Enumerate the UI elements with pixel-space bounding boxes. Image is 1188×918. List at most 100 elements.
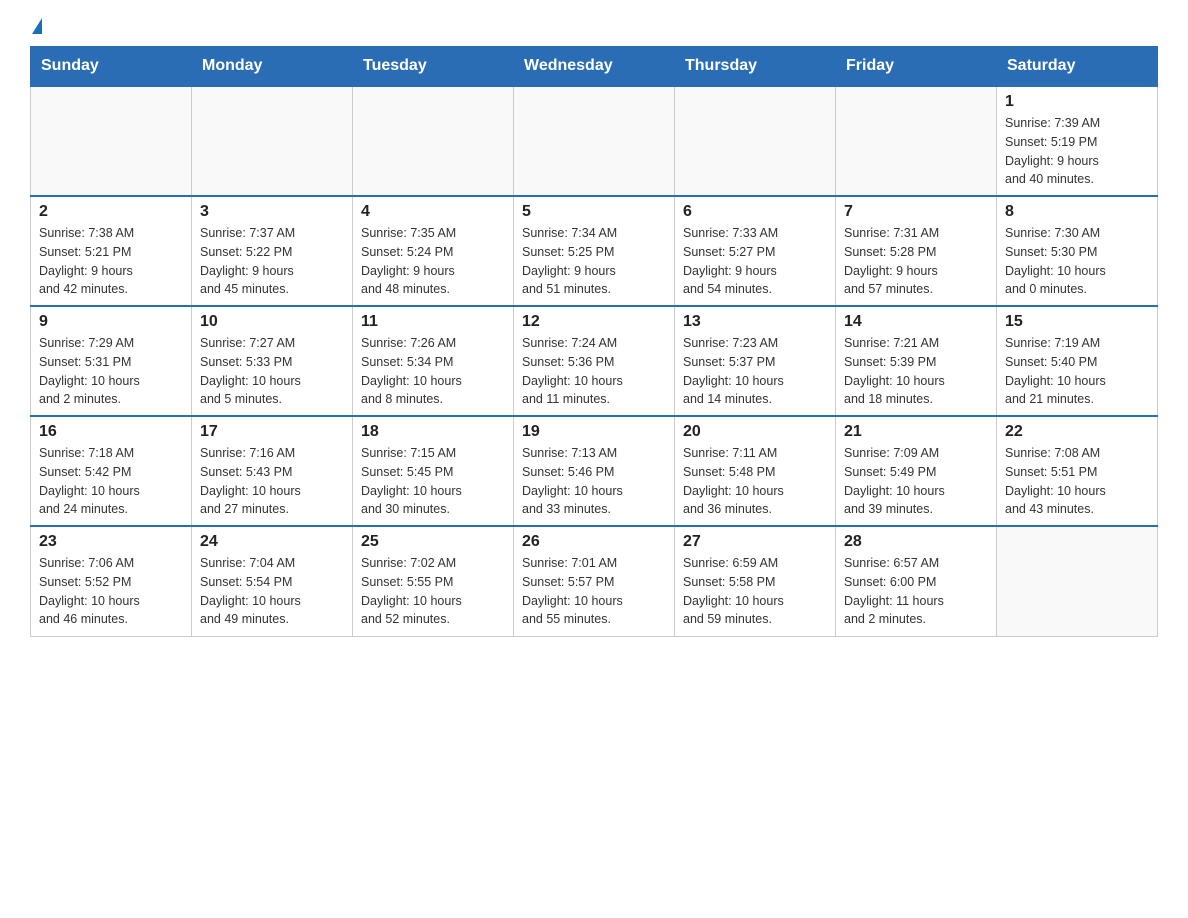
day-info: Sunrise: 7:30 AMSunset: 5:30 PMDaylight:… xyxy=(1005,224,1149,299)
day-info: Sunrise: 7:08 AMSunset: 5:51 PMDaylight:… xyxy=(1005,444,1149,519)
table-row: 25 Sunrise: 7:02 AMSunset: 5:55 PMDayligh… xyxy=(353,526,514,636)
day-info: Sunrise: 6:59 AMSunset: 5:58 PMDaylight:… xyxy=(683,554,827,629)
table-row: 7 Sunrise: 7:31 AMSunset: 5:28 PMDaylight… xyxy=(836,196,997,306)
table-row: 10Sunrise: 7:27 AMSunset: 5:33 PMDayligh… xyxy=(192,306,353,416)
day-number: 19 xyxy=(522,423,666,441)
table-row: 15 Sunrise: 7:19 AMSunset: 5:40 PMDayligh… xyxy=(997,306,1158,416)
table-row: 12 Sunrise: 7:24 AMSunset: 5:36 PMDayligh… xyxy=(514,306,675,416)
day-info: Sunrise: 7:23 AMSunset: 5:37 PMDaylight:… xyxy=(683,334,827,409)
day-info: Sunrise: 7:13 AMSunset: 5:46 PMDaylight:… xyxy=(522,444,666,519)
day-number: 18 xyxy=(361,423,505,441)
day-info: Sunrise: 7:09 AMSunset: 5:49 PMDaylight:… xyxy=(844,444,988,519)
day-number: 4 xyxy=(361,203,505,221)
day-number: 25 xyxy=(361,533,505,551)
day-info: Sunrise: 7:27 AMSunset: 5:33 PMDaylight:… xyxy=(200,334,344,409)
day-info: Sunrise: 7:18 AMSunset: 5:42 PMDaylight:… xyxy=(39,444,183,519)
table-row: 5 Sunrise: 7:34 AMSunset: 5:25 PMDaylight… xyxy=(514,196,675,306)
day-info: Sunrise: 7:15 AMSunset: 5:45 PMDaylight:… xyxy=(361,444,505,519)
day-number: 11 xyxy=(361,313,505,331)
day-number: 23 xyxy=(39,533,183,551)
logo xyxy=(30,20,42,36)
day-number: 14 xyxy=(844,313,988,331)
day-number: 28 xyxy=(844,533,988,551)
day-number: 26 xyxy=(522,533,666,551)
table-row: 1 Sunrise: 7:39 AMSunset: 5:19 PMDaylight… xyxy=(997,86,1158,196)
page-header xyxy=(30,20,1158,36)
table-row: 19 Sunrise: 7:13 AMSunset: 5:46 PMDayligh… xyxy=(514,416,675,526)
day-info: Sunrise: 7:38 AMSunset: 5:21 PMDaylight:… xyxy=(39,224,183,299)
table-row xyxy=(675,86,836,196)
table-row xyxy=(353,86,514,196)
day-number: 6 xyxy=(683,203,827,221)
day-info: Sunrise: 7:02 AMSunset: 5:55 PMDaylight:… xyxy=(361,554,505,629)
table-row: 16 Sunrise: 7:18 AMSunset: 5:42 PMDayligh… xyxy=(31,416,192,526)
day-number: 22 xyxy=(1005,423,1149,441)
day-info: Sunrise: 7:37 AMSunset: 5:22 PMDaylight:… xyxy=(200,224,344,299)
day-number: 15 xyxy=(1005,313,1149,331)
table-row xyxy=(192,86,353,196)
day-number: 16 xyxy=(39,423,183,441)
table-row: 21 Sunrise: 7:09 AMSunset: 5:49 PMDayligh… xyxy=(836,416,997,526)
day-number: 20 xyxy=(683,423,827,441)
logo-triangle-icon xyxy=(32,18,42,34)
day-info: Sunrise: 7:39 AMSunset: 5:19 PMDaylight:… xyxy=(1005,114,1149,189)
day-info: Sunrise: 7:33 AMSunset: 5:27 PMDaylight:… xyxy=(683,224,827,299)
calendar-week-row: 2 Sunrise: 7:38 AMSunset: 5:21 PMDaylight… xyxy=(31,196,1158,306)
day-info: Sunrise: 7:16 AMSunset: 5:43 PMDaylight:… xyxy=(200,444,344,519)
day-info: Sunrise: 7:19 AMSunset: 5:40 PMDaylight:… xyxy=(1005,334,1149,409)
day-info: Sunrise: 7:29 AMSunset: 5:31 PMDaylight:… xyxy=(39,334,183,409)
day-number: 2 xyxy=(39,203,183,221)
col-wednesday: Wednesday xyxy=(514,47,675,87)
table-row: 8Sunrise: 7:30 AMSunset: 5:30 PMDaylight… xyxy=(997,196,1158,306)
col-saturday: Saturday xyxy=(997,47,1158,87)
day-number: 21 xyxy=(844,423,988,441)
col-sunday: Sunday xyxy=(31,47,192,87)
day-info: Sunrise: 7:04 AMSunset: 5:54 PMDaylight:… xyxy=(200,554,344,629)
table-row: 18 Sunrise: 7:15 AMSunset: 5:45 PMDayligh… xyxy=(353,416,514,526)
day-number: 1 xyxy=(1005,93,1149,111)
day-info: Sunrise: 6:57 AMSunset: 6:00 PMDaylight:… xyxy=(844,554,988,629)
table-row xyxy=(836,86,997,196)
calendar-week-row: 1 Sunrise: 7:39 AMSunset: 5:19 PMDaylight… xyxy=(31,86,1158,196)
table-row: 14 Sunrise: 7:21 AMSunset: 5:39 PMDayligh… xyxy=(836,306,997,416)
calendar-week-row: 23Sunrise: 7:06 AMSunset: 5:52 PMDayligh… xyxy=(31,526,1158,636)
day-number: 13 xyxy=(683,313,827,331)
day-number: 12 xyxy=(522,313,666,331)
table-row: 13 Sunrise: 7:23 AMSunset: 5:37 PMDayligh… xyxy=(675,306,836,416)
calendar-week-row: 9Sunrise: 7:29 AMSunset: 5:31 PMDaylight… xyxy=(31,306,1158,416)
table-row: 4 Sunrise: 7:35 AMSunset: 5:24 PMDaylight… xyxy=(353,196,514,306)
col-friday: Friday xyxy=(836,47,997,87)
table-row: 2 Sunrise: 7:38 AMSunset: 5:21 PMDaylight… xyxy=(31,196,192,306)
table-row: 26 Sunrise: 7:01 AMSunset: 5:57 PMDayligh… xyxy=(514,526,675,636)
day-number: 27 xyxy=(683,533,827,551)
day-number: 3 xyxy=(200,203,344,221)
table-row: 17 Sunrise: 7:16 AMSunset: 5:43 PMDayligh… xyxy=(192,416,353,526)
day-info: Sunrise: 7:35 AMSunset: 5:24 PMDaylight:… xyxy=(361,224,505,299)
col-tuesday: Tuesday xyxy=(353,47,514,87)
day-info: Sunrise: 7:01 AMSunset: 5:57 PMDaylight:… xyxy=(522,554,666,629)
table-row xyxy=(514,86,675,196)
col-monday: Monday xyxy=(192,47,353,87)
table-row: 3 Sunrise: 7:37 AMSunset: 5:22 PMDaylight… xyxy=(192,196,353,306)
table-row: 9Sunrise: 7:29 AMSunset: 5:31 PMDaylight… xyxy=(31,306,192,416)
day-info: Sunrise: 7:11 AMSunset: 5:48 PMDaylight:… xyxy=(683,444,827,519)
col-thursday: Thursday xyxy=(675,47,836,87)
day-number: 7 xyxy=(844,203,988,221)
day-info: Sunrise: 7:26 AMSunset: 5:34 PMDaylight:… xyxy=(361,334,505,409)
table-row xyxy=(31,86,192,196)
calendar-table: Sunday Monday Tuesday Wednesday Thursday… xyxy=(30,46,1158,637)
day-info: Sunrise: 7:31 AMSunset: 5:28 PMDaylight:… xyxy=(844,224,988,299)
table-row: 6 Sunrise: 7:33 AMSunset: 5:27 PMDaylight… xyxy=(675,196,836,306)
table-row xyxy=(997,526,1158,636)
table-row: 27 Sunrise: 6:59 AMSunset: 5:58 PMDayligh… xyxy=(675,526,836,636)
table-row: 20 Sunrise: 7:11 AMSunset: 5:48 PMDayligh… xyxy=(675,416,836,526)
day-info: Sunrise: 7:34 AMSunset: 5:25 PMDaylight:… xyxy=(522,224,666,299)
table-row: 24Sunrise: 7:04 AMSunset: 5:54 PMDayligh… xyxy=(192,526,353,636)
day-info: Sunrise: 7:21 AMSunset: 5:39 PMDaylight:… xyxy=(844,334,988,409)
day-number: 5 xyxy=(522,203,666,221)
table-row: 28 Sunrise: 6:57 AMSunset: 6:00 PMDayligh… xyxy=(836,526,997,636)
day-number: 17 xyxy=(200,423,344,441)
table-row: 22 Sunrise: 7:08 AMSunset: 5:51 PMDayligh… xyxy=(997,416,1158,526)
day-info: Sunrise: 7:24 AMSunset: 5:36 PMDaylight:… xyxy=(522,334,666,409)
calendar-header-row: Sunday Monday Tuesday Wednesday Thursday… xyxy=(31,47,1158,87)
